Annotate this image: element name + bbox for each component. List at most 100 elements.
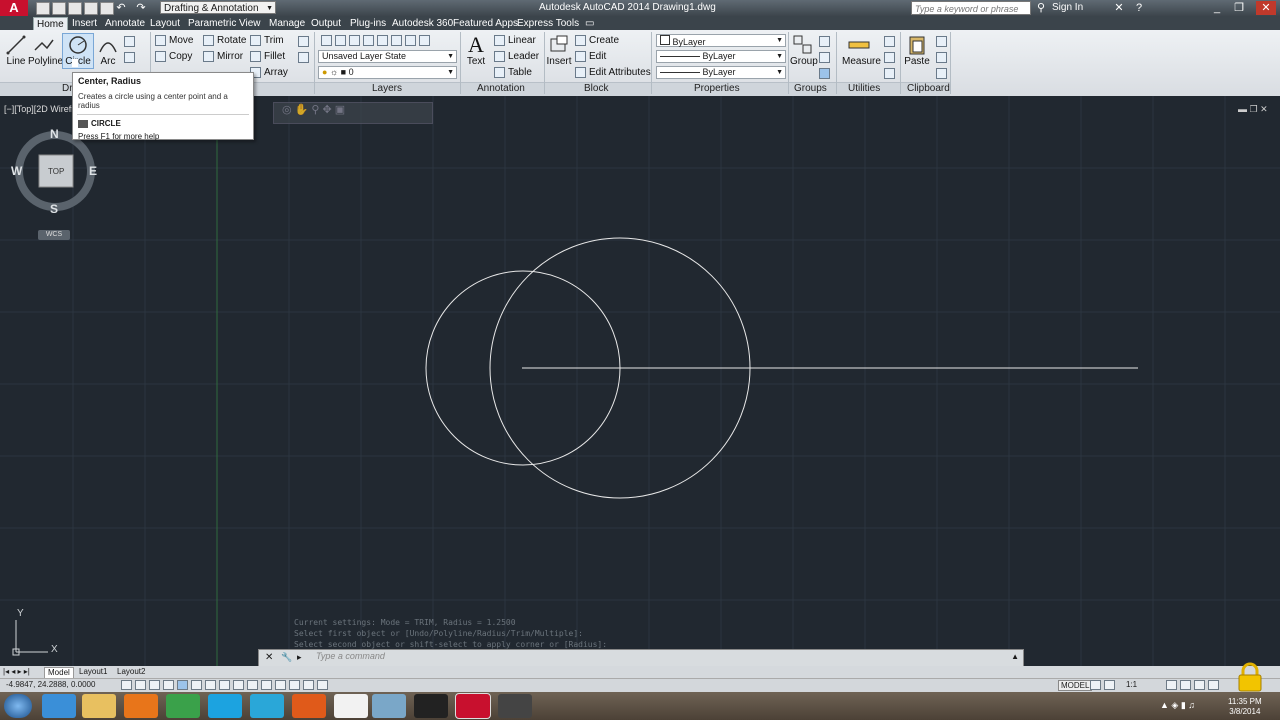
restore-window-icon[interactable]: ❐ (1232, 1, 1246, 15)
utilities-panel-title[interactable]: Utilities (848, 83, 880, 95)
paste-button[interactable]: Paste (904, 34, 930, 67)
3d-object-snap-icon[interactable] (205, 680, 216, 690)
measure-button[interactable]: Measure (842, 34, 881, 67)
3d-app-icon[interactable] (250, 694, 284, 718)
group-button[interactable]: Group (790, 34, 818, 67)
workspace-switching-icon[interactable] (1180, 680, 1191, 690)
rectangle-icon[interactable] (124, 35, 138, 47)
cut-icon[interactable] (936, 35, 950, 47)
layout-nav-arrows-icon[interactable]: |◂ ◂ ▸ ▸| (3, 667, 30, 676)
terminal-icon[interactable] (414, 694, 448, 718)
tab-toggle-icon[interactable]: ▭ (582, 17, 597, 30)
wcs-menu[interactable]: WCS (38, 230, 70, 240)
tab-layout2[interactable]: Layout2 (114, 667, 148, 677)
application-menu-button[interactable]: A (0, 0, 28, 16)
table-button[interactable]: Table (494, 66, 532, 79)
annotation-scale-dropdown[interactable]: 1:1 (1126, 680, 1137, 689)
grid-display-icon[interactable] (149, 680, 160, 690)
quick-view-drawings-icon[interactable] (1104, 680, 1115, 690)
mirror-button[interactable]: Mirror (203, 50, 243, 63)
selection-cycling-icon[interactable] (303, 680, 314, 690)
ortho-mode-icon[interactable] (163, 680, 174, 690)
new-icon[interactable] (36, 2, 50, 15)
tab-featured-apps[interactable]: Featured Apps (450, 17, 521, 30)
skype-icon[interactable] (208, 694, 242, 718)
compass-west[interactable]: W (11, 164, 22, 178)
firefox-icon[interactable] (124, 694, 158, 718)
layer-properties-icon[interactable] (321, 34, 433, 46)
hardware-acceleration-icon[interactable] (1208, 680, 1219, 690)
compass-north[interactable]: N (50, 127, 59, 141)
explorer-icon[interactable] (82, 694, 116, 718)
dynamic-input-icon[interactable] (247, 680, 258, 690)
command-close-icon[interactable]: ✕ (265, 652, 273, 663)
close-window-icon[interactable]: ✕ (1256, 1, 1276, 15)
workspace-dropdown[interactable]: Drafting & Annotation ▼ (160, 1, 276, 14)
tab-express-tools[interactable]: Express Tools (514, 17, 582, 30)
annotation-panel-title[interactable]: Annotation (477, 83, 525, 95)
polyline-button[interactable]: Polyline (28, 34, 63, 67)
snap-mode-icon[interactable] (135, 680, 146, 690)
copy-clip-icon[interactable] (936, 51, 950, 63)
polar-tracking-icon[interactable] (177, 680, 188, 690)
viewport-window-controls-icon[interactable]: ▬ ❐ ✕ (1238, 104, 1268, 115)
chrome-icon[interactable] (166, 694, 200, 718)
taskbar-app-icon-2[interactable] (498, 694, 532, 718)
command-input[interactable]: Type a command (316, 651, 385, 661)
sign-in-button[interactable]: Sign In (1052, 2, 1083, 13)
tab-view[interactable]: View (236, 17, 264, 30)
layer-dropdown[interactable]: ● ☼ ■ 0 ▼ (318, 66, 457, 79)
fillet-button[interactable]: Fillet (250, 50, 285, 63)
ungroup-icon[interactable] (819, 35, 833, 47)
open-icon[interactable] (52, 2, 66, 15)
viewport-controls-label[interactable]: [−][Top][2D Wirefra (4, 104, 79, 114)
save-icon[interactable] (68, 2, 82, 15)
edit-block-button[interactable]: Edit (575, 50, 606, 63)
explode-icon[interactable] (298, 51, 312, 63)
tab-layout1[interactable]: Layout1 (76, 667, 110, 677)
calculator-icon[interactable] (884, 51, 898, 63)
media-app-icon[interactable] (292, 694, 326, 718)
ucs-dynamic-icon[interactable] (233, 680, 244, 690)
tab-autodesk360[interactable]: Autodesk 360 (389, 17, 456, 30)
id-point-icon[interactable] (884, 67, 898, 79)
trim-button[interactable]: Trim (250, 34, 284, 47)
linear-button[interactable]: Linear (494, 34, 536, 47)
group-selection-icon[interactable] (819, 67, 833, 79)
text-button[interactable]: A Text (464, 34, 488, 68)
quick-properties-icon[interactable] (289, 680, 300, 690)
create-block-button[interactable]: Create (575, 34, 619, 47)
groups-panel-title[interactable]: Groups (794, 83, 827, 95)
tab-plugins[interactable]: Plug-ins (347, 17, 389, 30)
leader-button[interactable]: Leader (494, 50, 539, 63)
tab-insert[interactable]: Insert (69, 17, 100, 30)
autocad-taskbar-icon[interactable] (455, 693, 491, 719)
move-button[interactable]: Move (155, 34, 193, 47)
system-clock[interactable]: 11:35 PM 3/8/2014 (1228, 697, 1262, 717)
tab-annotate[interactable]: Annotate (102, 17, 148, 30)
taskbar-app-icon[interactable] (42, 694, 76, 718)
pan-zoom-icon[interactable]: ◎ ✋ ⚲ ✥ ▣ (282, 104, 345, 116)
navigation-bar[interactable]: ◎ ✋ ⚲ ✥ ▣ (273, 102, 433, 124)
model-space-button[interactable]: MODEL (1058, 680, 1093, 691)
search-input[interactable]: Type a keyword or phrase (911, 1, 1031, 15)
coordinates-readout[interactable]: -4.9847, 24.2888, 0.0000 (6, 680, 95, 689)
block-panel-title[interactable]: Block (584, 83, 608, 95)
rotate-button[interactable]: Rotate (203, 34, 246, 47)
lineweight-toggle-icon[interactable] (261, 680, 272, 690)
redo-icon[interactable]: ↷ (134, 1, 148, 15)
annotation-visibility-icon[interactable] (1166, 680, 1177, 690)
infer-constraints-icon[interactable] (121, 680, 132, 690)
control-panel-icon[interactable] (372, 694, 406, 718)
edit-attributes-button[interactable]: Edit Attributes (575, 66, 651, 79)
layers-panel-title[interactable]: Layers (372, 83, 402, 95)
plot-icon[interactable] (100, 2, 114, 15)
compass-south[interactable]: S (50, 202, 58, 216)
linetype-dropdown[interactable]: ByLayer ▼ (656, 50, 786, 63)
tab-home[interactable]: Home (33, 17, 68, 31)
copy-button[interactable]: Copy (155, 50, 192, 63)
insert-button[interactable]: Insert (546, 34, 572, 67)
group-edit-icon[interactable] (819, 51, 833, 63)
clipboard-panel-title[interactable]: Clipboard (907, 83, 950, 95)
match-properties-icon[interactable] (936, 67, 950, 79)
